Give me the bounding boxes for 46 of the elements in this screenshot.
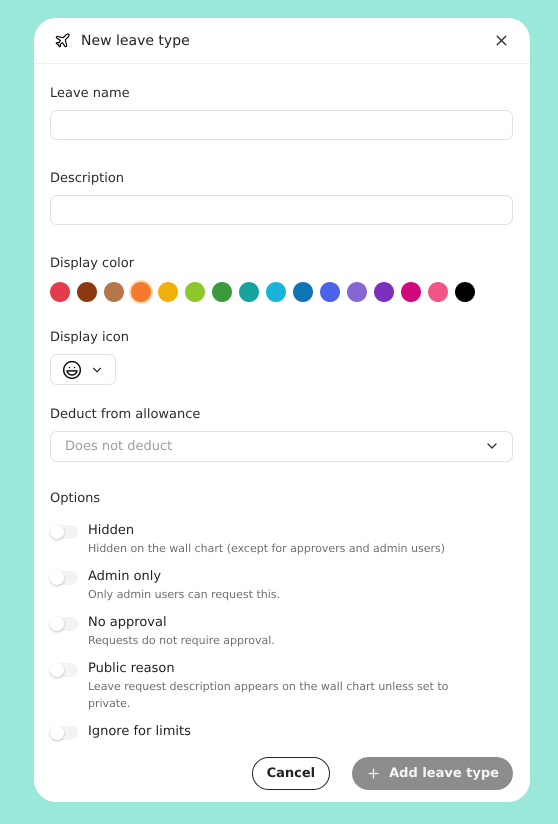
field-label: Display color [50, 256, 136, 272]
color-swatch[interactable] [239, 282, 259, 302]
field-label: Deduct from allowance [50, 406, 202, 422]
color-swatch[interactable] [320, 282, 340, 302]
color-swatch[interactable] [158, 282, 178, 302]
color-swatch[interactable] [401, 282, 421, 302]
color-swatch[interactable] [347, 282, 367, 302]
input-field[interactable] [50, 195, 513, 226]
option-description: Only admin users can request this. [88, 587, 280, 603]
color-swatch[interactable] [77, 282, 97, 302]
toggle-switch[interactable] [50, 663, 78, 677]
color-swatch[interactable] [374, 282, 394, 302]
option-title: Admin only [88, 569, 162, 584]
icon-picker[interactable] [50, 354, 116, 385]
option-title: No approval [88, 615, 168, 630]
add-button[interactable]: Add leave type [352, 756, 513, 790]
option-title: Ignore for limits [88, 724, 191, 739]
dialog-title: New leave type [81, 32, 191, 48]
toggle-switch[interactable] [50, 525, 78, 539]
cancel-button[interactable]: Cancel [252, 756, 330, 790]
section-label: Options [50, 491, 102, 506]
toggle-switch[interactable] [50, 617, 78, 631]
option-description: Hidden on the wall chart (except for approvers and admin users) [88, 541, 446, 557]
field-label: Leave name [50, 86, 131, 101]
deduct-dropdown[interactable]: Does not deduct [50, 430, 513, 462]
field-label: Description [50, 171, 126, 186]
color-swatch[interactable] [455, 282, 475, 302]
color-swatch[interactable] [50, 282, 70, 302]
toggle-switch[interactable] [50, 726, 78, 740]
field-label: Display icon [50, 330, 130, 346]
option-description: Requests do not require approval. [88, 633, 275, 649]
color-swatch[interactable] [212, 282, 232, 302]
color-swatch[interactable] [266, 282, 286, 302]
color-swatch[interactable] [293, 282, 313, 302]
plus-icon [366, 766, 382, 780]
color-swatch[interactable] [428, 282, 448, 302]
color-swatch[interactable] [131, 282, 151, 302]
smiley-icon [62, 360, 82, 380]
input-field[interactable] [50, 110, 513, 140]
toggle-switch[interactable] [50, 571, 78, 585]
option-title: Public reason [88, 661, 176, 676]
option-description: Leave request description appears on the wall chart unless set to private. [88, 679, 450, 712]
plane-icon [54, 32, 71, 49]
color-swatch[interactable] [104, 282, 124, 302]
color-swatch[interactable] [185, 282, 205, 302]
option-title: Hidden [88, 523, 136, 538]
